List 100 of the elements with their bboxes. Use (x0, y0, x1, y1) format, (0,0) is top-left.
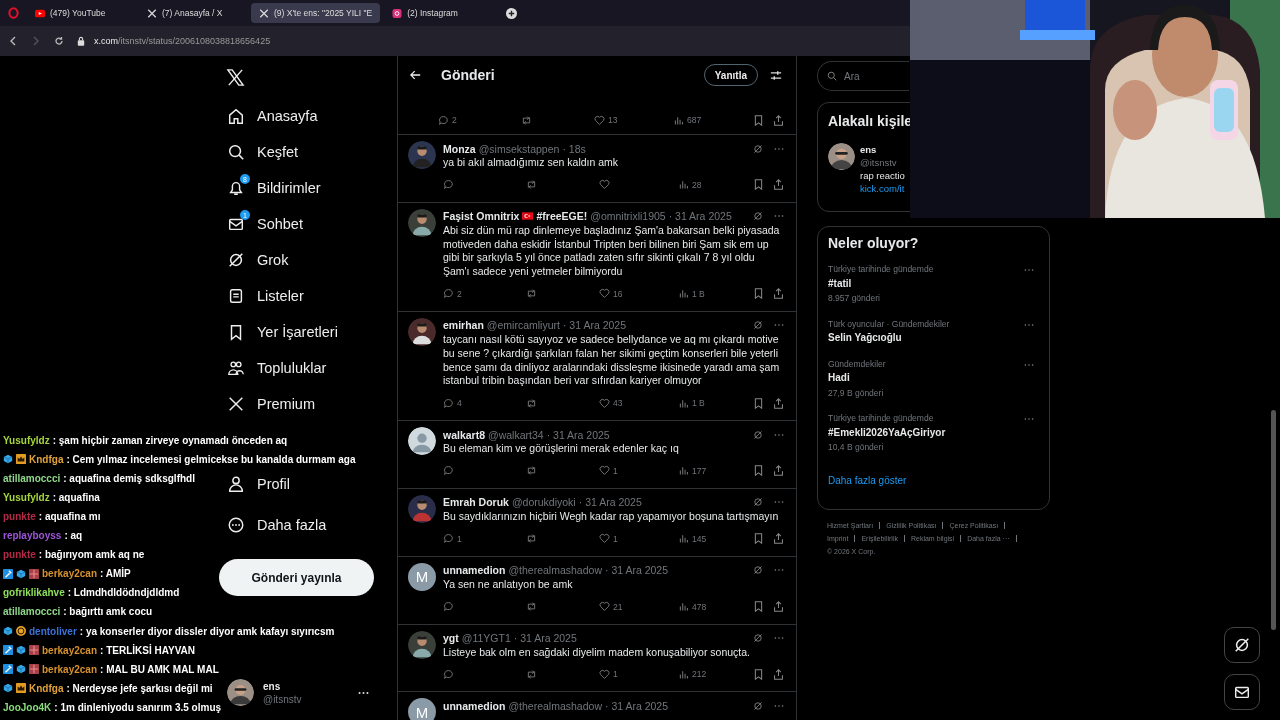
views-icon[interactable] (678, 533, 689, 545)
grok-button[interactable] (1224, 627, 1260, 663)
views-icon[interactable] (678, 601, 689, 613)
views-icon[interactable] (673, 114, 684, 126)
reply-icon[interactable] (443, 397, 454, 409)
reply-icon[interactable] (443, 668, 454, 680)
reply-icon[interactable] (438, 114, 449, 126)
views-icon[interactable] (678, 288, 689, 300)
share-icon[interactable] (773, 601, 784, 613)
nav-item[interactable]: Topluluklar (219, 350, 377, 386)
sliders-icon[interactable] (770, 69, 782, 81)
bookmark-icon[interactable] (753, 179, 764, 191)
author-name[interactable]: Emrah Doruk (443, 496, 509, 509)
back-arrow-icon[interactable] (410, 70, 421, 80)
heart-icon[interactable] (599, 397, 610, 409)
author-name[interactable]: ygt (443, 632, 459, 645)
grok-icon[interactable] (753, 211, 763, 222)
address-field[interactable]: x.com/itsnstv/status/2006108038818656425 (94, 36, 271, 46)
cube-icon (16, 568, 26, 579)
repost-icon[interactable] (521, 114, 532, 126)
share-icon[interactable] (773, 465, 784, 477)
repost-icon[interactable] (526, 179, 537, 191)
heart-icon[interactable] (599, 601, 610, 613)
bookmark-icon[interactable] (753, 465, 764, 477)
share-icon[interactable] (773, 288, 784, 300)
scrollbar-thumb[interactable] (1271, 410, 1276, 630)
bookmark-icon[interactable] (753, 114, 764, 126)
reply-icon[interactable] (443, 288, 454, 300)
trend-item[interactable]: Gündemdekiler Hadi 27,9 B gönderi (828, 356, 1039, 400)
grok-icon[interactable] (753, 700, 763, 711)
author-name[interactable]: emirhan (443, 319, 484, 332)
nav-item[interactable]: Yer İşaretleri (219, 314, 377, 350)
share-icon[interactable] (773, 533, 784, 545)
browser-tab[interactable]: (2) Instagram (384, 3, 493, 23)
grok-icon[interactable] (753, 565, 763, 576)
nav-item[interactable]: Keşfet (219, 134, 377, 170)
browser-tab[interactable]: (9) X'te ens: "2025 YILI "E (251, 3, 381, 23)
nav-item[interactable]: Premium (219, 386, 377, 422)
bookmark-icon[interactable] (753, 533, 764, 545)
heart-icon[interactable] (599, 465, 610, 477)
nav-item[interactable]: Daha fazla (219, 504, 377, 545)
reply-icon[interactable] (443, 533, 454, 545)
browser-tab[interactable]: (479) YouTube (27, 3, 135, 23)
reply-button[interactable]: Yanıtla (703, 64, 758, 86)
nav-item[interactable]: Listeler (219, 278, 377, 314)
reply-icon[interactable] (443, 601, 454, 613)
grok-icon[interactable] (753, 429, 763, 440)
share-icon[interactable] (773, 397, 784, 409)
nav-item[interactable]: Anasayfa (219, 98, 377, 134)
bookmark-icon[interactable] (753, 668, 764, 680)
reply-icon[interactable] (443, 179, 454, 191)
repost-icon[interactable] (526, 397, 537, 409)
search-field[interactable]: Ara (817, 61, 909, 91)
x-logo-icon[interactable] (226, 67, 245, 87)
author-name[interactable]: unnamedion (443, 564, 506, 577)
heart-icon[interactable] (599, 533, 610, 545)
grok-icon[interactable] (753, 320, 763, 331)
views-icon[interactable] (678, 397, 689, 409)
repost-icon[interactable] (526, 288, 537, 300)
repost-icon[interactable] (526, 465, 537, 477)
repost-icon[interactable] (526, 668, 537, 680)
share-icon[interactable] (773, 179, 784, 191)
author-name[interactable]: Faşist Omnitrix (443, 210, 520, 223)
share-icon[interactable] (773, 668, 784, 680)
forward-icon[interactable] (31, 36, 41, 46)
more-icon[interactable] (358, 690, 369, 695)
heart-icon[interactable] (599, 288, 610, 300)
back-icon[interactable] (8, 36, 18, 46)
heart-icon[interactable] (599, 668, 610, 680)
heart-icon[interactable] (594, 114, 605, 126)
author-name[interactable]: Monza (443, 142, 476, 155)
trend-item[interactable]: Türk oyuncular · Gündemdekiler Selin Yağcıoğlu (828, 316, 1039, 346)
grok-icon[interactable] (753, 497, 763, 508)
browser-logo-icon[interactable] (8, 7, 19, 19)
share-icon[interactable] (773, 114, 784, 126)
nav-item[interactable]: Grok (219, 242, 377, 278)
bookmark-icon[interactable] (753, 288, 764, 300)
browser-tab[interactable]: (7) Anasayfa / X (139, 3, 247, 23)
grok-icon[interactable] (753, 143, 763, 154)
repost-icon[interactable] (526, 601, 537, 613)
views-icon[interactable] (678, 668, 689, 680)
views-icon[interactable] (678, 465, 689, 477)
bio-link[interactable]: kick.com/it (860, 182, 905, 195)
new-tab-icon[interactable] (506, 7, 518, 19)
views-icon[interactable] (678, 179, 689, 191)
trend-item[interactable]: Türkiye tarihinde gündemde #tatil 8.957 gönderi (828, 262, 1039, 306)
bookmark-icon[interactable] (753, 397, 764, 409)
person-name[interactable]: ens (860, 143, 905, 156)
messages-button[interactable] (1224, 674, 1260, 710)
author-name[interactable]: unnamedion (443, 699, 506, 712)
author-name[interactable]: walkart8 (443, 428, 486, 441)
reload-icon[interactable] (54, 36, 64, 46)
bookmark-icon[interactable] (753, 601, 764, 613)
repost-icon[interactable] (526, 533, 537, 545)
show-more-link[interactable]: Daha fazla göster (828, 474, 1039, 486)
post-button[interactable]: Gönderi yayınla (219, 559, 374, 596)
trend-item[interactable]: Türkiye tarihinde gündemde #Emekli2026YaAçGiriyor 10,4 B gönderi (828, 411, 1039, 455)
grok-icon[interactable] (753, 633, 763, 644)
reply-icon[interactable] (443, 465, 454, 477)
heart-icon[interactable] (599, 179, 610, 191)
